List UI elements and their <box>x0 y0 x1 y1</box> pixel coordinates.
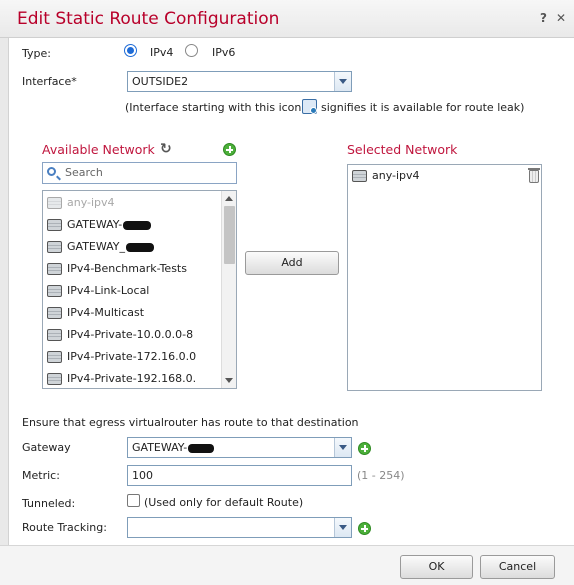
ipv4-radio[interactable] <box>124 44 137 57</box>
gateway-value: GATEWAY- <box>132 441 215 454</box>
interface-note-end: signifies it is available for route leak… <box>321 101 525 114</box>
selected-network-title: Selected Network <box>347 142 458 157</box>
search-input[interactable]: Search <box>42 162 237 184</box>
server-icon <box>47 219 62 231</box>
redacted-block <box>123 220 152 230</box>
left-edge-panel <box>0 38 9 553</box>
dialog-titlebar: Edit Static Route Configuration ? ✕ <box>0 0 574 38</box>
dialog-title: Edit Static Route Configuration <box>17 9 280 29</box>
chevron-down-icon[interactable] <box>334 72 351 91</box>
redacted-block <box>126 242 155 252</box>
tunneled-checkbox[interactable] <box>127 494 140 507</box>
scroll-down-icon[interactable] <box>225 378 233 383</box>
dialog-footer: OK Cancel <box>0 545 574 585</box>
available-network-title: Available Network <box>42 142 155 157</box>
search-icon <box>47 167 56 176</box>
add-gateway-icon[interactable] <box>358 442 371 455</box>
delete-icon[interactable] <box>528 168 540 183</box>
close-icon[interactable]: ✕ <box>556 11 566 25</box>
interface-select[interactable]: OUTSIDE2 <box>127 71 352 92</box>
selected-network-list[interactable]: any-ipv4 <box>347 164 542 391</box>
server-icon <box>47 373 62 385</box>
help-icon[interactable]: ? <box>540 11 547 25</box>
metric-input[interactable]: 100 <box>127 465 352 486</box>
route-tracking-label: Route Tracking: <box>22 521 107 534</box>
egress-note: Ensure that egress virtualrouter has rou… <box>22 416 359 429</box>
tunneled-label: Tunneled: <box>22 497 76 510</box>
route-tracking-select[interactable] <box>127 517 352 538</box>
ipv6-label: IPv6 <box>212 46 236 59</box>
gateway-select[interactable]: GATEWAY- <box>127 437 352 458</box>
ipv4-label: IPv4 <box>150 46 174 59</box>
add-network-object-icon[interactable] <box>223 143 236 156</box>
tunneled-note: (Used only for default Route) <box>144 496 304 509</box>
metric-value: 100 <box>132 469 153 482</box>
metric-label: Metric: <box>22 469 60 482</box>
server-icon <box>47 307 62 319</box>
available-network-list[interactable]: any-ipv4 GATEWAY- GATEWAY_ IPv4-Benchmar… <box>42 190 237 389</box>
chevron-down-icon[interactable] <box>334 518 351 537</box>
server-icon <box>47 263 62 275</box>
gateway-label: Gateway <box>22 441 71 454</box>
scroll-up-icon[interactable] <box>225 196 233 201</box>
server-icon <box>352 170 367 182</box>
add-button[interactable]: Add <box>245 251 339 275</box>
metric-range-hint: (1 - 254) <box>357 469 405 482</box>
server-icon <box>47 285 62 297</box>
list-item[interactable]: any-ipv4 <box>352 167 540 185</box>
scrollbar-thumb[interactable] <box>224 206 235 264</box>
search-placeholder: Search <box>65 166 103 179</box>
server-icon <box>47 241 62 253</box>
route-leak-icon <box>302 99 317 114</box>
interface-value: OUTSIDE2 <box>132 75 189 88</box>
refresh-icon[interactable]: ↻ <box>160 141 172 157</box>
ok-button[interactable]: OK <box>400 555 473 579</box>
list-scrollbar[interactable] <box>221 191 236 388</box>
server-icon <box>47 351 62 363</box>
type-label: Type: <box>22 47 51 60</box>
add-route-tracking-icon[interactable] <box>358 522 371 535</box>
server-icon <box>47 329 62 341</box>
redacted-block <box>188 443 215 453</box>
interface-label: Interface* <box>22 75 77 88</box>
chevron-down-icon[interactable] <box>334 438 351 457</box>
ipv6-radio[interactable] <box>185 44 198 57</box>
interface-note-start: (Interface starting with this icon <box>125 101 302 114</box>
edit-static-route-dialog: Edit Static Route Configuration ? ✕ Type… <box>0 0 574 585</box>
server-icon <box>47 197 62 209</box>
cancel-button[interactable]: Cancel <box>480 555 555 579</box>
